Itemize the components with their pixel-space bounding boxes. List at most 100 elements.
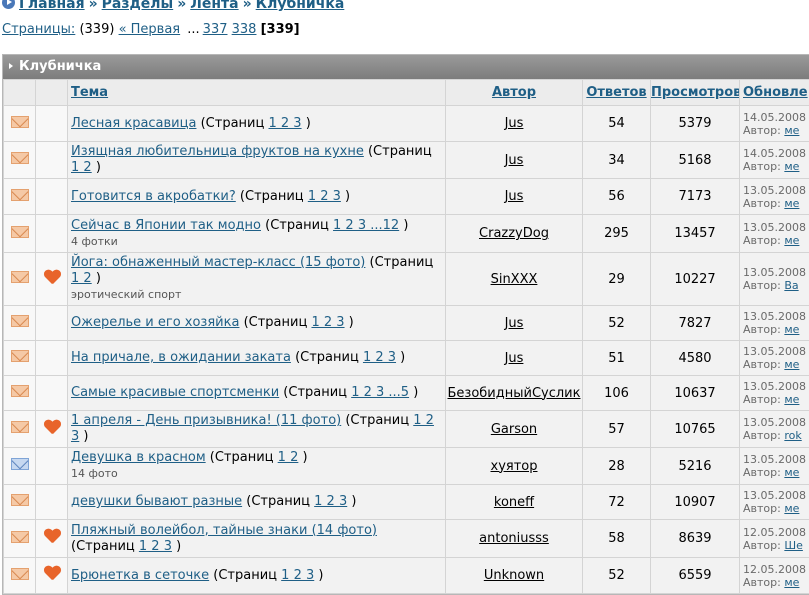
updated-by-label: Автор:	[743, 160, 781, 173]
topic-link[interactable]: Лесная красавица	[71, 116, 196, 131]
updated-date: 13.05.2008	[743, 489, 806, 502]
topic-link[interactable]: Пляжный волейбол, тайные знаки (14 фото)	[71, 523, 377, 538]
topic-link[interactable]: Сейчас в Японии так модно	[71, 218, 261, 233]
topic-pages[interactable]: 1 2	[278, 450, 299, 465]
author-link[interactable]: Jus	[505, 189, 524, 204]
col-topic[interactable]: Тема	[68, 80, 446, 106]
updated-by-user[interactable]: ме	[784, 466, 799, 479]
updated-by-user[interactable]: ме	[784, 358, 799, 371]
updated-cell: 13.05.2008Автор: ме	[740, 448, 809, 485]
breadcrumb-feed[interactable]: Лента	[190, 0, 238, 12]
table-row: 1 апреля - День призывника! (11 фото) (С…	[4, 411, 809, 448]
pagination-page-338[interactable]: 338	[232, 22, 257, 37]
author-link[interactable]: Unknown	[484, 568, 544, 583]
table-row: Изящная любительница фруктов на кухне (С…	[4, 142, 809, 179]
author-link[interactable]: Jus	[505, 351, 524, 366]
updated-cell: 13.05.2008Автор: ме	[740, 376, 809, 411]
pagination-page-337[interactable]: 337	[203, 22, 228, 37]
breadcrumb-separator: »	[243, 0, 252, 12]
topic-link[interactable]: девушки бывают разные	[71, 494, 242, 509]
replies-cell: 34	[583, 142, 651, 179]
updated-by-user[interactable]: ме	[784, 502, 799, 515]
author-link[interactable]: Jus	[505, 116, 524, 131]
heart-icon	[44, 270, 60, 285]
hot-cell	[36, 179, 68, 215]
topic-pages[interactable]: 1 2 3	[268, 116, 301, 131]
topic-pages[interactable]: 1 2 3	[363, 350, 396, 365]
topic-link[interactable]: Готовится в акробатки?	[71, 189, 236, 204]
topic-pages[interactable]: 1 2 3 ...12	[333, 218, 399, 233]
views-cell: 5216	[651, 448, 740, 485]
topic-link[interactable]: 1 апреля - День призывника! (11 фото)	[71, 413, 341, 428]
updated-cell: 13.05.2008Автор: rok	[740, 411, 809, 448]
table-row: Лесная красавица (Страниц 1 2 3 )Jus5453…	[4, 106, 809, 142]
updated-by-user[interactable]: Ва	[784, 279, 798, 292]
topic-link[interactable]: Самые красивые спортсменки	[71, 385, 279, 400]
updated-by-user[interactable]: ме	[784, 197, 799, 210]
updated-cell: 14.05.2008Автор: ме	[740, 106, 809, 142]
updated-by-user[interactable]: Ше	[784, 539, 803, 552]
replies-cell: 54	[583, 106, 651, 142]
updated-by-user[interactable]: ме	[784, 323, 799, 336]
author-link[interactable]: SinXXX	[491, 272, 538, 287]
replies-cell: 58	[583, 520, 651, 558]
envelope-icon	[11, 385, 29, 397]
col-replies[interactable]: Ответов	[583, 80, 651, 106]
col-views[interactable]: Просмотров	[651, 80, 740, 106]
envelope-icon	[11, 568, 29, 580]
topic-link[interactable]: На причале, в ожидании заката	[71, 350, 291, 365]
updated-cell: 14.05.2008Автор: ме	[740, 142, 809, 179]
updated-by-user[interactable]: ме	[784, 393, 799, 406]
topic-pages[interactable]: 1 2 3	[139, 539, 172, 554]
breadcrumb-current[interactable]: Клубничка	[256, 0, 345, 12]
breadcrumb-separator: »	[177, 0, 186, 12]
pagination-label[interactable]: Страницы:	[2, 22, 75, 37]
author-link[interactable]: CrazzyDog	[479, 226, 549, 241]
replies-cell: 29	[583, 253, 651, 306]
topic-cell: Йога: обнаженный мастер-класс (15 фото) …	[68, 253, 446, 306]
updated-cell: 13.05.2008Автор: ме	[740, 485, 809, 520]
status-cell	[4, 376, 36, 411]
hot-cell	[36, 253, 68, 306]
author-link[interactable]: antoniusss	[479, 531, 549, 546]
author-link[interactable]: koneff	[494, 495, 534, 510]
topic-link[interactable]: Брюнетка в сеточке	[71, 568, 209, 583]
breadcrumb-home[interactable]: Главная	[19, 0, 85, 12]
topic-pages[interactable]: 1 2	[71, 271, 92, 286]
topic-pages[interactable]: 1 2 3	[281, 568, 314, 583]
topic-link[interactable]: Ожерелье и его хозяйка	[71, 315, 239, 330]
updated-by-user[interactable]: ме	[784, 576, 799, 589]
author-link[interactable]: хуятор	[491, 459, 538, 474]
author-link[interactable]: Jus	[505, 153, 524, 168]
topic-pages-label: (Страниц	[71, 539, 135, 554]
updated-by-user[interactable]: ме	[784, 234, 799, 247]
author-link[interactable]: Jus	[505, 316, 524, 331]
col-author[interactable]: Автор	[446, 80, 583, 106]
topic-link[interactable]: Изящная любительница фруктов на кухне	[71, 144, 364, 159]
envelope-icon	[11, 226, 29, 238]
views-cell: 5379	[651, 106, 740, 142]
topic-pages[interactable]: 1 2 3	[308, 189, 341, 204]
author-cell: Jus	[446, 179, 583, 215]
topic-link[interactable]: Йога: обнаженный мастер-класс (15 фото)	[71, 255, 365, 270]
topic-pages[interactable]: 1 2 3 ...5	[351, 385, 409, 400]
replies-cell: 106	[583, 376, 651, 411]
topic-pages[interactable]: 1 2	[71, 160, 92, 175]
status-cell	[4, 411, 36, 448]
pagination-first[interactable]: « Первая	[119, 22, 181, 37]
author-link[interactable]: БезобидныйСуслик	[448, 386, 581, 401]
topic-pages[interactable]: 1 2 3	[311, 315, 344, 330]
topic-pages-label: (Страниц	[213, 568, 277, 583]
updated-by-user[interactable]: ме	[784, 160, 799, 173]
author-link[interactable]: Garson	[491, 422, 537, 437]
col-updated[interactable]: Обновле	[740, 80, 809, 106]
topic-pages[interactable]: 1 2 3	[314, 494, 347, 509]
envelope-icon	[11, 315, 29, 327]
author-cell: CrazzyDog	[446, 215, 583, 253]
updated-by-user[interactable]: rok	[784, 429, 801, 442]
updated-by-user[interactable]: ме	[784, 124, 799, 137]
views-cell: 4580	[651, 341, 740, 376]
topic-link[interactable]: Девушка в красном	[71, 450, 206, 465]
breadcrumb-sections[interactable]: Разделы	[102, 0, 174, 12]
breadcrumb-separator: »	[89, 0, 98, 12]
